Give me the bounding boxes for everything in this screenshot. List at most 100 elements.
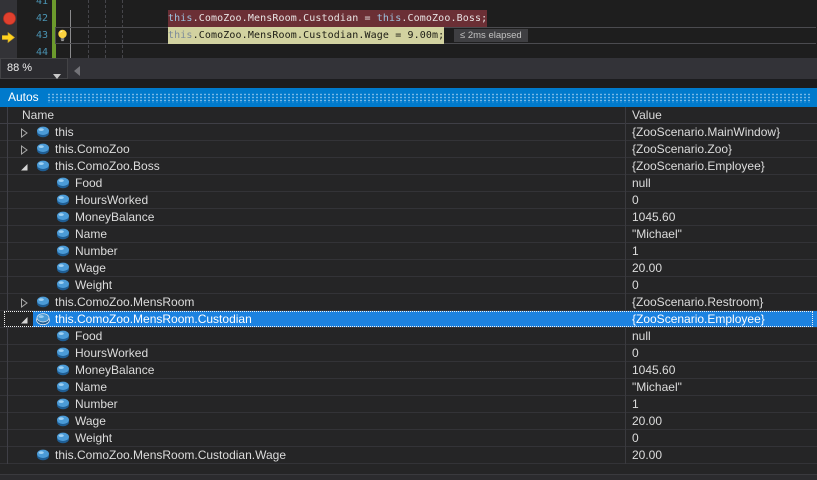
window-splitter[interactable]: [0, 79, 817, 88]
variable-name: HoursWorked: [75, 192, 148, 208]
variable-row[interactable]: HoursWorked 0: [0, 345, 817, 362]
vs-debugger-window: 4142 this.ComoZoo.MensRoom.Custodian = th…: [0, 0, 817, 480]
field-icon: [56, 347, 70, 359]
variable-value: 0: [632, 277, 639, 293]
field-icon: [56, 279, 70, 291]
panel-bottom-strip: [0, 474, 817, 480]
column-divider[interactable]: [625, 107, 626, 464]
variable-name: this.ComoZoo: [55, 141, 130, 157]
field-icon: [36, 143, 50, 155]
panel-title: Autos: [8, 88, 39, 107]
autos-grid: Name Value this{ZooScenario.MainWindow}t…: [0, 107, 817, 480]
variable-name: Food: [75, 175, 102, 191]
variable-value: 0: [632, 345, 639, 361]
variable-value: {ZooScenario.Zoo}: [632, 141, 732, 157]
variable-value: null: [632, 175, 651, 191]
field-icon: [36, 449, 50, 461]
line-number: 43: [18, 27, 48, 44]
field-icon: [56, 211, 70, 223]
variable-name: Wage: [75, 260, 106, 276]
variable-row[interactable]: Weight 0: [0, 277, 817, 294]
field-icon: [56, 381, 70, 393]
field-icon: [56, 398, 70, 410]
column-header-name[interactable]: Name: [22, 107, 54, 123]
variable-value: 1045.60: [632, 362, 675, 378]
variable-value: 0: [632, 430, 639, 446]
variable-name: Weight: [75, 277, 112, 293]
variable-row[interactable]: MoneyBalance 1045.60: [0, 362, 817, 379]
line-number: 42: [18, 10, 48, 27]
expand-arrow-icon[interactable]: [20, 127, 30, 138]
variable-row[interactable]: this.ComoZoo.MensRoom{ZooScenario.Restro…: [0, 294, 817, 311]
line-number: 41: [18, 0, 48, 10]
variable-row[interactable]: Wage20.00: [0, 413, 817, 430]
variable-row[interactable]: Name "Michael": [0, 226, 817, 243]
field-icon: [56, 245, 70, 257]
variable-row[interactable]: Number 1: [0, 243, 817, 260]
field-icon: [56, 415, 70, 427]
variable-value: 20.00: [632, 260, 662, 276]
variable-name: Food: [75, 328, 102, 344]
code-line[interactable]: this.ComoZoo.MensRoom.Custodian = this.C…: [168, 10, 487, 27]
expand-arrow-icon[interactable]: [20, 144, 30, 155]
column-header-value[interactable]: Value: [632, 107, 662, 123]
zoom-level-select[interactable]: 88 %: [0, 58, 68, 79]
variable-name: this.ComoZoo.MensRoom.Custodian.Wage: [55, 447, 286, 463]
variable-name: MoneyBalance: [75, 362, 154, 378]
autos-panel-header[interactable]: Autos: [0, 88, 817, 107]
variable-name: Name: [75, 226, 107, 242]
field-icon: [56, 432, 70, 444]
variable-row[interactable]: MoneyBalance 1045.60: [0, 209, 817, 226]
variable-value: "Michael": [632, 226, 682, 242]
variable-value: {ZooScenario.Employee}: [632, 158, 765, 174]
variable-row[interactable]: Food null: [0, 328, 817, 345]
variable-row[interactable]: Wage 20.00: [0, 260, 817, 277]
collapse-arrow-icon[interactable]: [20, 161, 30, 172]
variable-name: Name: [75, 379, 107, 395]
variable-row[interactable]: Name "Michael": [0, 379, 817, 396]
variable-row[interactable]: Food null: [0, 175, 817, 192]
variable-row[interactable]: this{ZooScenario.MainWindow}: [0, 124, 817, 141]
drag-grip: [47, 93, 812, 103]
variable-value: 20.00: [632, 413, 662, 429]
variable-value: "Michael": [632, 379, 682, 395]
variable-value: 20.00: [632, 447, 662, 463]
variable-name: this: [55, 124, 74, 140]
horizontal-scrollbar[interactable]: 88 %: [0, 58, 817, 79]
code-token: this: [168, 13, 193, 24]
variable-value: null: [632, 328, 651, 344]
variable-value: {ZooScenario.Restroom}: [632, 294, 763, 310]
code-token: this: [168, 30, 193, 41]
variable-name: HoursWorked: [75, 345, 148, 361]
field-icon: [56, 262, 70, 274]
field-icon: [56, 364, 70, 376]
field-icon: [56, 228, 70, 240]
perf-tip-badge[interactable]: ≤ 2ms elapsed: [454, 29, 528, 42]
grid-column-headers: Name Value: [0, 107, 817, 124]
code-line[interactable]: this.ComoZoo.MensRoom.Custodian.Wage = 9…: [168, 27, 444, 44]
field-icon: [36, 160, 50, 172]
variable-row[interactable]: this.ComoZoo.MensRoom.Custodian{ZooScena…: [0, 311, 817, 328]
variable-value: 0: [632, 192, 639, 208]
variable-name: this.ComoZoo.Boss: [55, 158, 160, 174]
breakpoint-icon[interactable]: [3, 12, 16, 30]
variable-name: Weight: [75, 430, 112, 446]
variable-value: 1: [632, 243, 639, 259]
variable-row[interactable]: this.ComoZoo {ZooScenario.Zoo}: [0, 141, 817, 158]
variable-row[interactable]: Number1: [0, 396, 817, 413]
variable-name: Number: [75, 396, 118, 412]
expand-arrow-icon[interactable]: [20, 297, 30, 308]
code-token: .ComoZoo.Boss;: [401, 13, 487, 24]
variable-name: Number: [75, 243, 118, 259]
zoom-level-value: 88 %: [7, 62, 32, 74]
variable-row[interactable]: HoursWorked 0: [0, 192, 817, 209]
grid-left-edge: [7, 107, 8, 464]
focus-outline: [4, 311, 813, 327]
variable-value: 1045.60: [632, 209, 675, 225]
variable-row[interactable]: Weight 0: [0, 430, 817, 447]
code-editor[interactable]: 4142 this.ComoZoo.MensRoom.Custodian = th…: [0, 0, 817, 58]
variable-name: MoneyBalance: [75, 209, 154, 225]
variable-row[interactable]: this.ComoZoo.MensRoom.Custodian.Wage 20.0…: [0, 447, 817, 464]
variable-row[interactable]: this.ComoZoo.Boss {ZooScenario.Employee}: [0, 158, 817, 175]
lightbulb-icon[interactable]: [57, 29, 68, 48]
